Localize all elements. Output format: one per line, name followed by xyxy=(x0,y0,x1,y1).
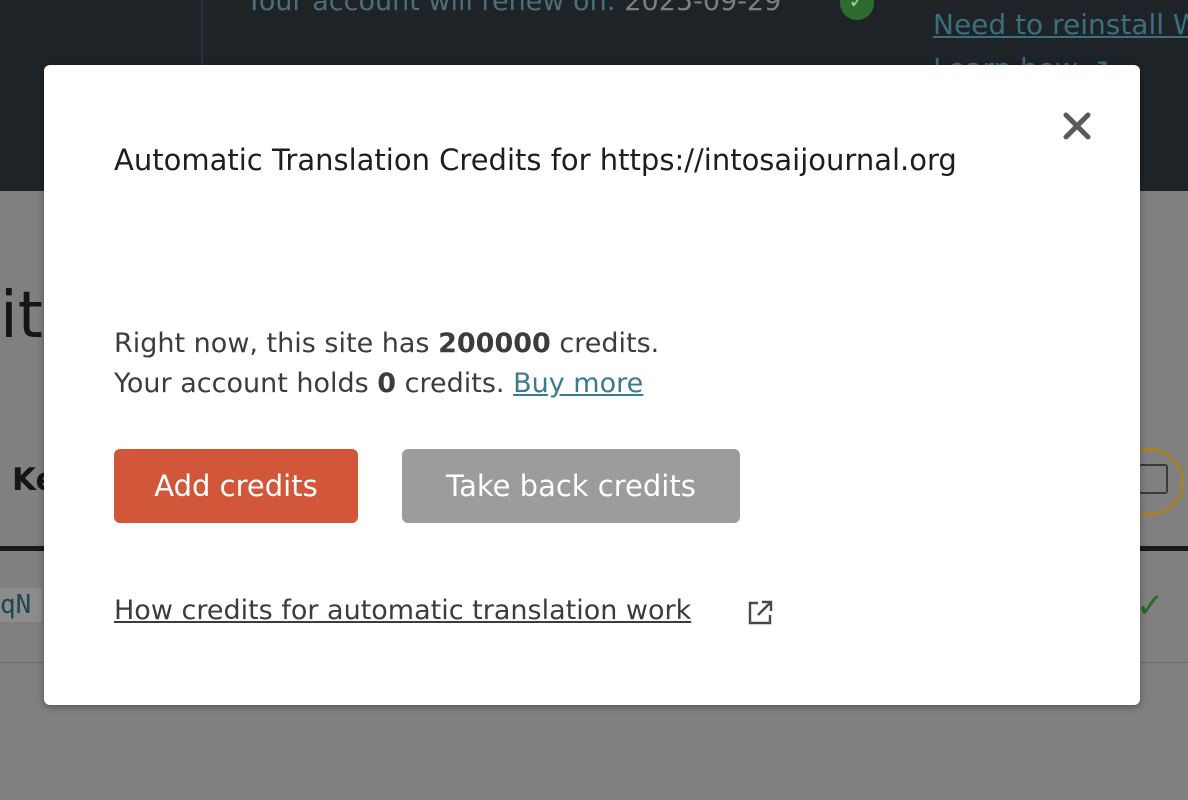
buy-more-link[interactable]: Buy more xyxy=(513,368,643,399)
account-credits-prefix: Your account holds xyxy=(114,368,378,399)
site-credits-value: 200000 xyxy=(438,328,551,359)
image-icon xyxy=(1138,464,1168,494)
sites-title: ite xyxy=(0,279,44,353)
external-link-icon[interactable] xyxy=(745,598,775,628)
site-credits-prefix: Right now, this site has xyxy=(114,328,439,359)
site-credits-text: Right now, this site has 200000 credits. xyxy=(114,328,659,359)
close-button[interactable] xyxy=(1060,109,1094,143)
dialog-title: Automatic Translation Credits for https:… xyxy=(114,143,957,177)
credits-dialog: Automatic Translation Credits for https:… xyxy=(44,65,1140,705)
account-credits-text: Your account holds 0 credits. Buy more xyxy=(114,368,643,399)
account-credits-value: 0 xyxy=(377,368,397,399)
site-credits-suffix: credits. xyxy=(550,328,660,359)
add-credits-button[interactable]: Add credits xyxy=(114,449,358,523)
renewal-date: 2025-09-29 xyxy=(624,0,782,17)
how-credits-work-link[interactable]: How credits for automatic translation wo… xyxy=(114,595,691,626)
renewal-label: Your account will renew on: xyxy=(246,0,625,17)
reinstall-link[interactable]: Need to reinstall W xyxy=(933,8,1188,41)
renewal-text: Your account will renew on: 2025-09-29 xyxy=(246,0,781,17)
account-credits-suffix: credits. xyxy=(396,368,514,399)
renewal-check-icon: ✓ xyxy=(840,0,874,20)
status-check-icon: ✓ xyxy=(1136,586,1165,626)
close-icon xyxy=(1063,112,1091,140)
site-key-cell: qN xyxy=(0,588,42,622)
take-back-credits-button[interactable]: Take back credits xyxy=(402,449,740,523)
